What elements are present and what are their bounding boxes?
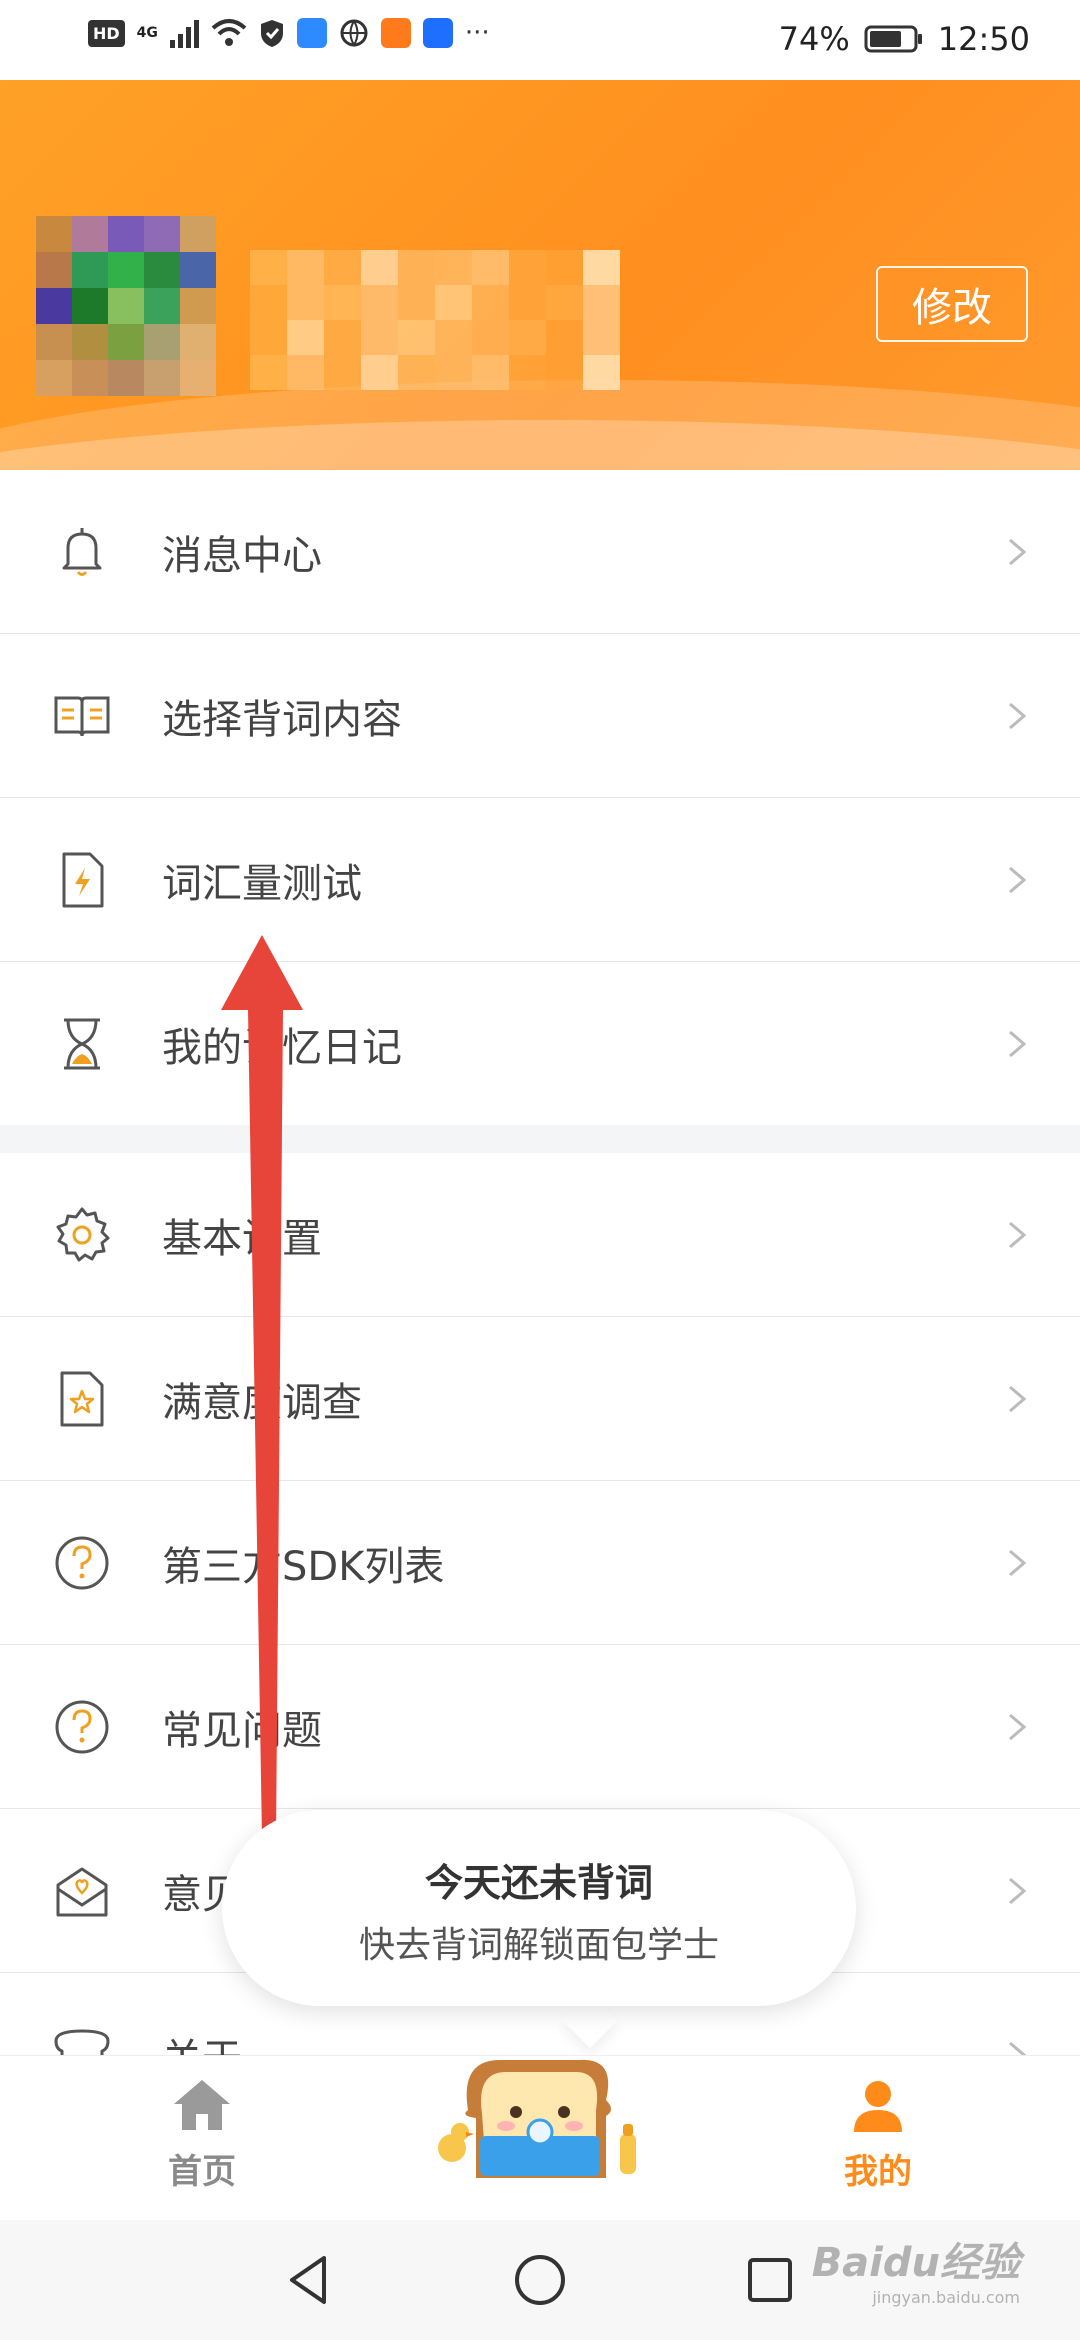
chevron-right-icon <box>1009 1030 1027 1057</box>
bubble-title: 今天还未背词 <box>424 1861 653 1905</box>
hourglass-icon <box>64 1018 100 1069</box>
username-blurred <box>250 250 620 390</box>
menu-item-label: 第三方SDK列表 <box>162 1543 445 1590</box>
more-status-icons: ··· <box>464 18 490 48</box>
chevron-right-icon <box>1009 1385 1027 1412</box>
cloud-app-icon <box>296 18 327 48</box>
menu-item-satisfaction-survey[interactable]: 满意度调查 <box>0 1317 1080 1481</box>
battery-icon <box>864 25 922 53</box>
bulb-app-icon <box>422 18 453 48</box>
status-bar: HD 4G ··· 74% 12:50 <box>0 0 1080 80</box>
chevron-right-icon <box>1009 1221 1027 1248</box>
recents-icon[interactable] <box>740 2250 800 2310</box>
menu-item-basic-settings[interactable]: 基本设置 <box>0 1153 1080 1317</box>
menu-item-faq[interactable]: 常见问题 <box>0 1645 1080 1809</box>
section-divider <box>0 1125 1080 1153</box>
globe-icon <box>340 19 368 47</box>
star-doc-icon <box>60 1371 104 1426</box>
signal-icon <box>169 18 199 48</box>
menu-item-vocab-test[interactable]: 词汇量测试 <box>0 798 1080 962</box>
question-icon <box>55 1536 109 1589</box>
reminder-bubble[interactable]: 今天还未背词 快去背词解锁面包学士 <box>222 1810 856 2006</box>
chevron-right-icon <box>1009 1877 1027 1904</box>
wifi-icon <box>211 19 247 46</box>
home-icon <box>174 2080 230 2130</box>
battery-percent: 74% <box>778 20 850 58</box>
person-icon <box>854 2081 902 2132</box>
clock: 12:50 <box>937 20 1030 58</box>
bubble-subtitle: 快去背词解锁面包学士 <box>358 1925 719 1966</box>
chevron-right-icon <box>1009 1549 1027 1576</box>
menu-item-label: 常见问题 <box>162 1707 322 1754</box>
hd-badge: HD <box>88 19 125 47</box>
menu-item-label: 词汇量测试 <box>162 860 362 907</box>
shield-icon <box>260 20 283 47</box>
bell-icon <box>62 527 102 576</box>
tab-home[interactable]: 首页 <box>122 2076 282 2193</box>
home-circle-icon[interactable] <box>510 2250 570 2310</box>
profile-header: 修改 <box>0 80 1080 470</box>
watermark: Baidu经验 jingyan.baidu.com <box>812 2230 1020 2307</box>
menu-item-label: 基本设置 <box>162 1215 322 1262</box>
menu-item-label: 我的记忆日记 <box>162 1024 402 1071</box>
menu-item-label: 选择背词内容 <box>162 696 402 743</box>
book-icon <box>54 696 110 736</box>
chevron-right-icon <box>1009 538 1027 565</box>
chevron-right-icon <box>1009 1713 1027 1740</box>
status-icons-right: 74% 12:50 <box>779 20 1030 58</box>
tab-home-label: 首页 <box>168 2152 236 2192</box>
menu-item-select-content[interactable]: 选择背词内容 <box>0 634 1080 798</box>
edit-profile-button[interactable]: 修改 <box>876 266 1028 342</box>
bread-mascot-icon[interactable] <box>430 2040 660 2190</box>
back-icon[interactable] <box>280 2250 340 2310</box>
tab-me-label: 我的 <box>844 2152 912 2192</box>
video-app-icon <box>380 18 411 48</box>
question-icon <box>55 1700 109 1753</box>
heart-mail-icon <box>56 1867 108 1916</box>
tab-me[interactable]: 我的 <box>798 2076 958 2193</box>
gear-icon <box>56 1207 110 1261</box>
avatar[interactable] <box>36 216 216 396</box>
menu-item-memory-diary[interactable]: 我的记忆日记 <box>0 962 1080 1125</box>
menu-item-label: 满意度调查 <box>162 1379 362 1426</box>
watermark-url: jingyan.baidu.com <box>872 2288 1020 2307</box>
status-icons-left: HD 4G ··· <box>88 18 490 48</box>
menu-item-label: 消息中心 <box>162 532 322 579</box>
menu-item-message-center[interactable]: 消息中心 <box>0 470 1080 634</box>
network-type: 4G <box>136 25 158 41</box>
watermark-text: Baidu经验 <box>811 2240 1020 2286</box>
flash-doc-icon <box>62 852 104 907</box>
chevron-right-icon <box>1009 866 1027 893</box>
chevron-right-icon <box>1009 702 1027 729</box>
menu-item-third-party-sdk[interactable]: 第三方SDK列表 <box>0 1481 1080 1645</box>
